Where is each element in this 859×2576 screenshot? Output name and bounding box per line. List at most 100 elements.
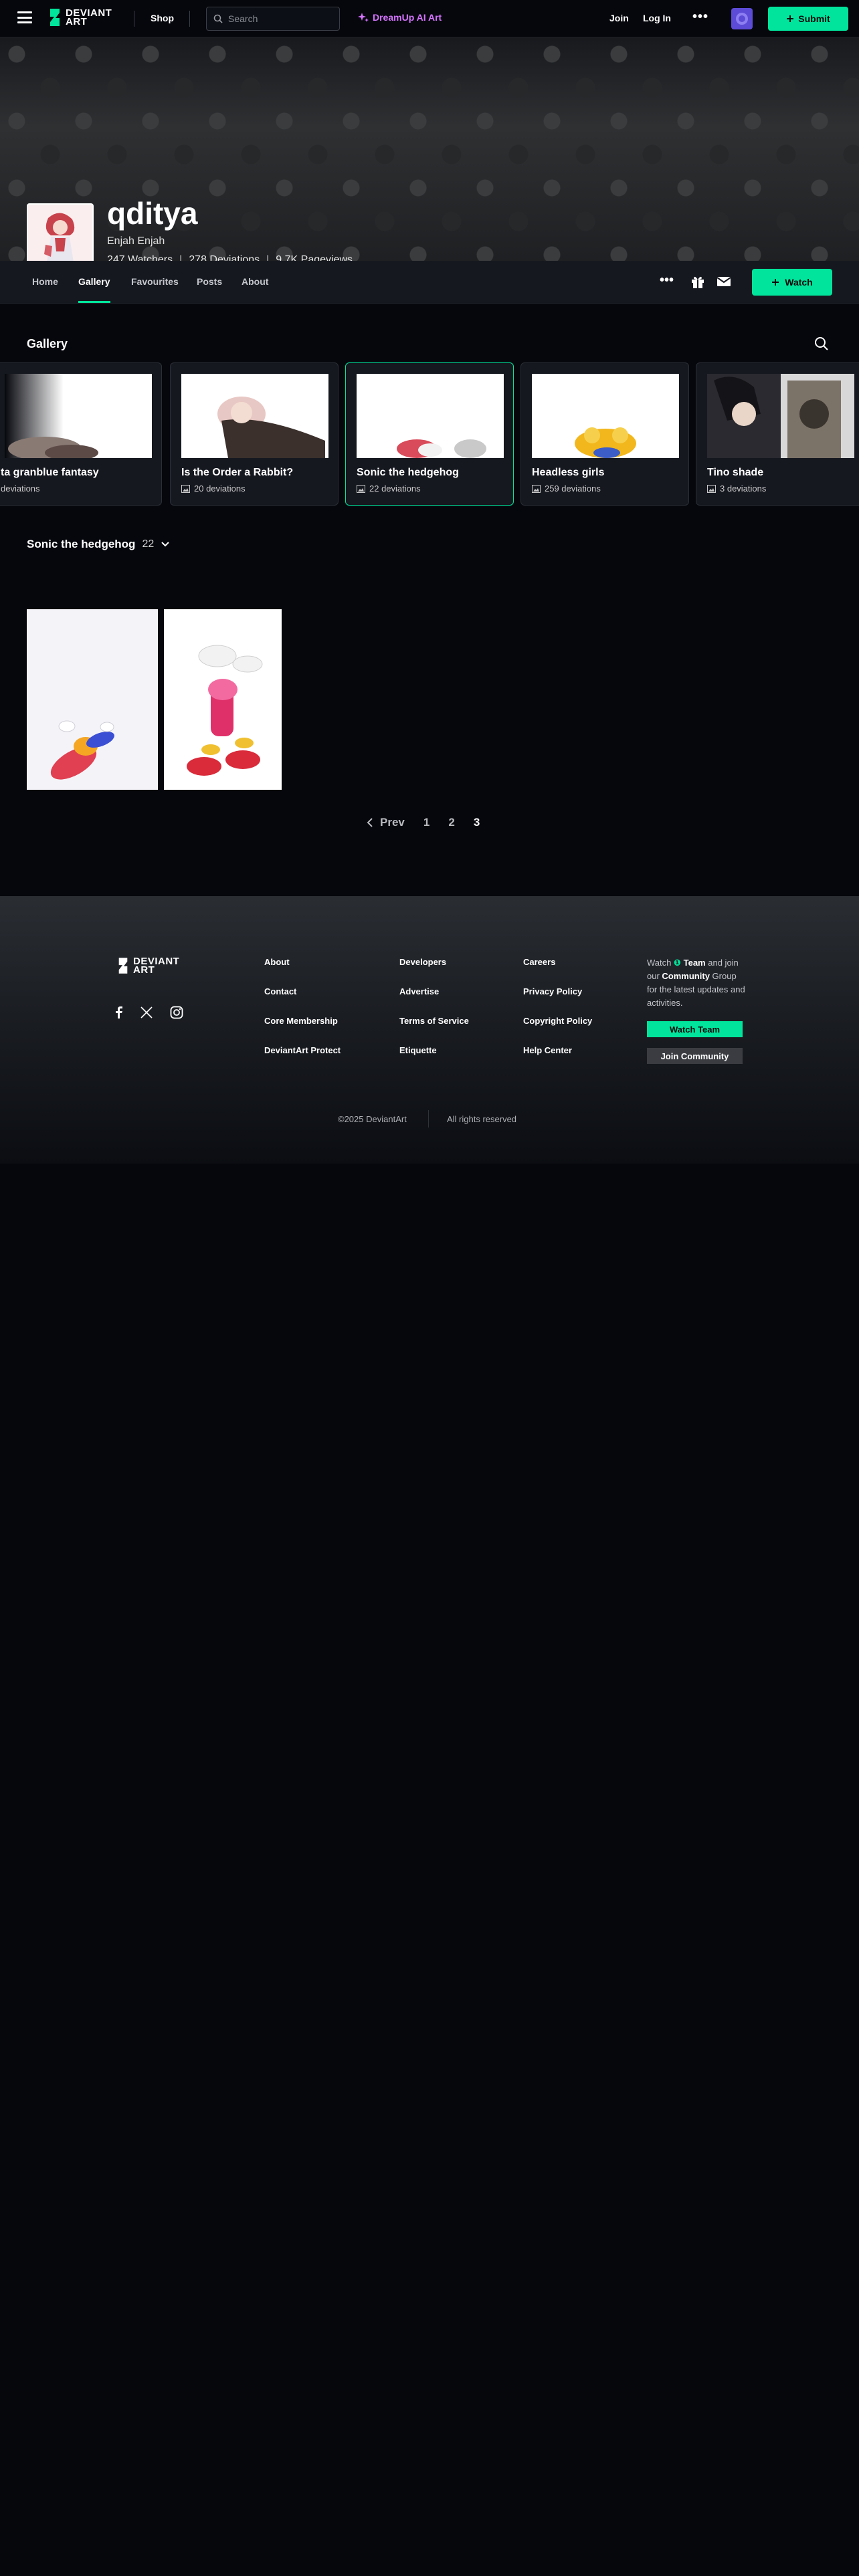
footer-link-terms[interactable]: Terms of Service xyxy=(399,1016,469,1026)
current-folder-name: Sonic the hedgehog xyxy=(27,538,136,550)
folder-count-text: deviations xyxy=(1,484,40,494)
search-box[interactable] xyxy=(206,7,340,31)
folder-thumbnail xyxy=(707,374,854,458)
page-2-link[interactable]: 2 xyxy=(448,816,454,829)
tab-posts[interactable]: Posts xyxy=(197,276,222,287)
folder-card-selected[interactable]: Sonic the hedgehog 22 deviations xyxy=(345,362,514,506)
footer-link-core-membership[interactable]: Core Membership xyxy=(264,1016,341,1026)
promo-team: Team xyxy=(683,958,706,968)
search-icon xyxy=(213,14,223,23)
profile-real-name: Enjah Enjah xyxy=(107,235,165,247)
user-avatar[interactable] xyxy=(731,8,753,29)
instagram-icon[interactable] xyxy=(170,1006,183,1019)
image-icon xyxy=(707,484,716,493)
folder-thumbnail-image xyxy=(707,374,854,458)
rights-text: All rights reserved xyxy=(447,1114,517,1124)
folder-card[interactable]: Tino shade 3 deviations xyxy=(696,362,859,506)
join-community-button[interactable]: Join Community xyxy=(647,1048,743,1064)
footer-link-contact[interactable]: Contact xyxy=(264,987,341,996)
search-input[interactable] xyxy=(228,13,328,24)
folder-name: Sonic the hedgehog xyxy=(357,467,459,478)
footer-logo-wordmark: DEVIANT ART xyxy=(133,956,179,975)
folder-thumbnail-image xyxy=(5,374,152,458)
profile-avatar-image xyxy=(28,205,92,269)
gift-icon[interactable] xyxy=(690,274,705,289)
page-3-current[interactable]: 3 xyxy=(474,816,480,829)
footer-link-copyright-policy[interactable]: Copyright Policy xyxy=(523,1016,592,1026)
deviantart-logo-icon xyxy=(118,958,128,974)
tab-home[interactable]: Home xyxy=(32,276,58,287)
join-link[interactable]: Join xyxy=(609,13,629,23)
folder-thumbnail-image xyxy=(181,374,328,458)
more-options-icon[interactable]: ••• xyxy=(692,9,708,25)
more-options-icon[interactable]: ••• xyxy=(660,273,674,288)
image-icon xyxy=(357,484,365,493)
footer-column: Careers Privacy Policy Copyright Policy … xyxy=(523,958,592,1055)
sparkle-icon xyxy=(358,13,369,22)
folder-count: 20 deviations xyxy=(181,484,246,494)
footer-column: About Contact Core Membership DeviantArt… xyxy=(264,958,341,1055)
current-folder-selector[interactable]: Sonic the hedgehog 22 xyxy=(27,538,170,551)
hamburger-menu-icon[interactable] xyxy=(17,11,32,23)
footer-link-help-center[interactable]: Help Center xyxy=(523,1046,592,1055)
folder-count-text: 3 deviations xyxy=(720,484,767,494)
promo-watch: Watch xyxy=(647,958,672,968)
footer-link-deviantart-protect[interactable]: DeviantArt Protect xyxy=(264,1046,341,1055)
page-1-link[interactable]: 1 xyxy=(423,816,430,829)
watch-team-button[interactable]: Watch Team xyxy=(647,1021,743,1037)
facebook-icon[interactable] xyxy=(115,1006,123,1018)
footer-column: Developers Advertise Terms of Service Et… xyxy=(399,958,469,1055)
chevron-left-icon xyxy=(367,818,373,827)
footer: DEVIANT ART About Contact Core Membershi… xyxy=(0,896,859,1164)
gallery-folders-carousel: ta granblue fantasy deviations Is the Or… xyxy=(0,362,859,506)
profile-tabs-bar: Home Gallery Favourites Posts About ••• … xyxy=(0,261,859,304)
folder-name: Is the Order a Rabbit? xyxy=(181,467,294,478)
plus-icon xyxy=(787,15,794,22)
watch-button[interactable]: Watch xyxy=(752,269,832,296)
search-icon[interactable] xyxy=(814,336,829,351)
folder-count: 259 deviations xyxy=(532,484,601,494)
footer-link-developers[interactable]: Developers xyxy=(399,958,469,967)
team-promo-text: Watch ❶ Team and join our Community Grou… xyxy=(647,956,747,1010)
folder-count-text: 22 deviations xyxy=(369,484,421,494)
profile-username: qditya xyxy=(107,196,198,231)
footer-link-etiquette[interactable]: Etiquette xyxy=(399,1046,469,1055)
folder-card[interactable]: ta granblue fantasy deviations xyxy=(0,362,162,506)
folder-card[interactable]: Is the Order a Rabbit? 20 deviations xyxy=(170,362,339,506)
folder-name: ta granblue fantasy xyxy=(1,467,99,478)
promo-community: Community xyxy=(662,971,710,981)
footer-link-advertise[interactable]: Advertise xyxy=(399,987,469,996)
divider xyxy=(428,1110,429,1128)
folder-thumbnail xyxy=(5,374,152,458)
shop-link[interactable]: Shop xyxy=(151,13,174,23)
image-icon xyxy=(181,484,190,493)
deviation-thumbnail[interactable] xyxy=(27,609,158,790)
tab-favourites[interactable]: Favourites xyxy=(131,276,179,287)
login-link[interactable]: Log In xyxy=(643,13,671,23)
team-logo-icon: ❶ xyxy=(673,958,681,968)
folder-thumbnail xyxy=(357,374,504,458)
submit-button[interactable]: Submit xyxy=(768,7,848,31)
footer-logo[interactable]: DEVIANT ART xyxy=(117,956,179,975)
mail-icon[interactable] xyxy=(717,276,731,288)
folder-thumbnail xyxy=(532,374,679,458)
folder-card[interactable]: Headless girls 259 deviations xyxy=(520,362,689,506)
profile-avatar[interactable] xyxy=(27,203,94,270)
deviantart-logo[interactable]: DEVIANT ART xyxy=(48,7,112,27)
folder-name: Headless girls xyxy=(532,467,605,478)
footer-link-privacy[interactable]: Privacy Policy xyxy=(523,987,592,996)
tab-gallery[interactable]: Gallery xyxy=(78,276,110,287)
x-twitter-icon[interactable] xyxy=(140,1006,153,1018)
image-icon xyxy=(532,484,541,493)
deviation-image xyxy=(164,609,282,790)
dreamup-link[interactable]: DreamUp AI Art xyxy=(358,12,442,23)
current-folder-count: 22 xyxy=(142,538,155,550)
footer-link-careers[interactable]: Careers xyxy=(523,958,592,967)
deviation-thumbnail[interactable] xyxy=(164,609,282,790)
pagination: Prev 1 2 3 xyxy=(367,816,480,829)
footer-link-about[interactable]: About xyxy=(264,958,341,967)
tab-about[interactable]: About xyxy=(242,276,268,287)
prev-page-button[interactable]: Prev xyxy=(367,816,405,829)
dreamup-label: DreamUp AI Art xyxy=(373,12,442,23)
top-navigation-bar: DEVIANT ART Shop DreamUp AI Art Join Log… xyxy=(0,0,859,37)
